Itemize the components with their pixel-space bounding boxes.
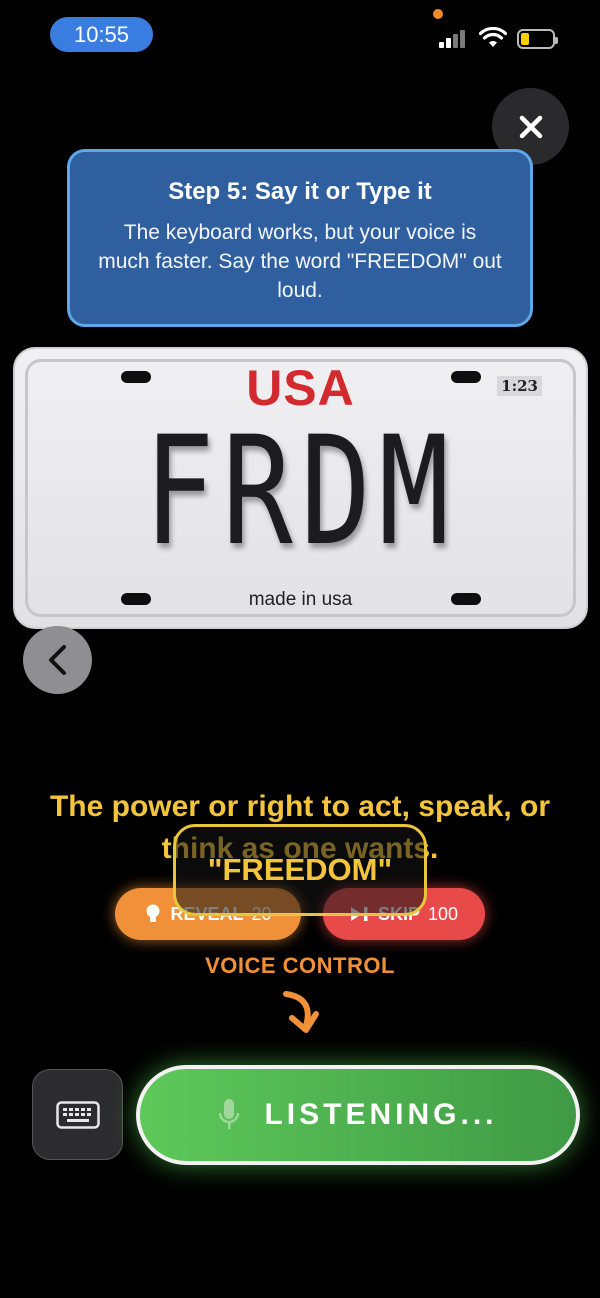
battery-icon: [517, 29, 558, 49]
keyboard-button[interactable]: [32, 1069, 123, 1160]
skip-cost: 100: [427, 903, 459, 924]
listening-label: LISTENING...: [264, 1098, 498, 1131]
close-icon: [519, 115, 542, 138]
tutorial-body: The keyboard works, but your voice is mu…: [98, 221, 502, 302]
microphone-icon: [219, 1099, 240, 1129]
keyboard-icon: [55, 1100, 100, 1129]
privacy-indicator-dot: [433, 9, 443, 19]
tutorial-card: Step 5: Say it or Type it The keyboard w…: [67, 149, 533, 327]
curved-arrow-down-icon: [283, 991, 319, 1033]
status-time: 10:55: [50, 17, 153, 52]
voice-control-label: VOICE CONTROL: [205, 953, 395, 978]
lightbulb-icon: [146, 904, 160, 922]
listening-button[interactable]: LISTENING...: [136, 1065, 580, 1165]
plate-text: FRDM: [144, 405, 457, 579]
chevron-left-icon: [48, 645, 66, 675]
answer-bubble: "FREEDOM": [173, 824, 427, 916]
wifi-icon: [479, 27, 507, 47]
plate-footer: made in usa: [248, 589, 353, 610]
back-button[interactable]: [23, 626, 92, 694]
tutorial-title: Step 5: Say it or Type it: [168, 178, 432, 205]
countdown-timer: 1:23: [497, 376, 542, 396]
license-plate: USA 1:23 FRDM made in usa: [13, 347, 588, 629]
cellular-signal-icon: [439, 30, 467, 48]
